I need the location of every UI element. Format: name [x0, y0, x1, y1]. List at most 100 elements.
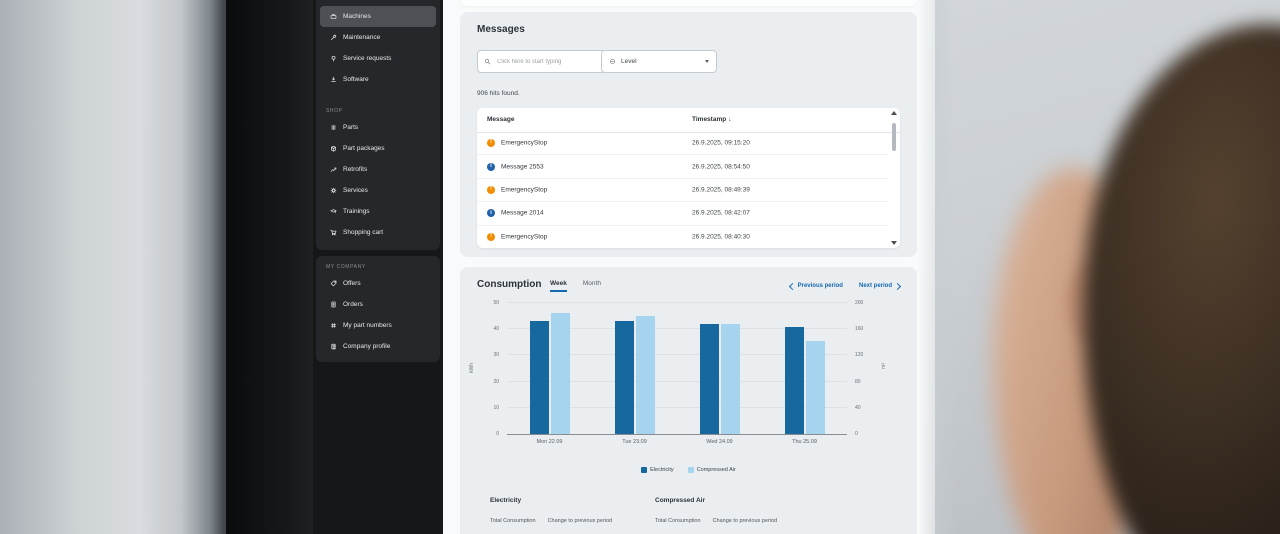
timestamp-header-label: Timestamp — [692, 116, 726, 123]
consumption-stats: ElectricityTotal ConsumptionChange to pr… — [490, 497, 900, 524]
scroll-up-icon[interactable] — [891, 111, 897, 115]
level-icon — [609, 58, 616, 65]
scroll-down-icon[interactable] — [891, 241, 897, 245]
hits-count: 906 hits found. — [477, 90, 520, 97]
sidebar-item-label: Part packages — [343, 145, 385, 152]
sidebar-item-label: Service requests — [343, 55, 391, 62]
sidebar-group-label-my-company: MY COMPANY — [316, 258, 440, 273]
stat-label: Total Consumption — [490, 518, 536, 524]
sidebar-item-software[interactable]: Software — [320, 69, 436, 90]
tab-week[interactable]: Week — [550, 280, 567, 292]
shopping-cart-icon — [330, 229, 337, 236]
left-axis-tick: 10 — [493, 405, 499, 411]
sidebar-item-retrofits[interactable]: Retrofits — [320, 159, 436, 180]
sidebar-item-part-packages[interactable]: Part packages — [320, 138, 436, 159]
sidebar-item-label: Company profile — [343, 343, 390, 350]
tag-icon — [330, 280, 337, 287]
sidebar-panel: MY COMPANY Offers Orders My part numbers Com… — [316, 256, 440, 362]
message-text: EmergencyStop — [501, 187, 547, 194]
stat-label: Change to previous period — [548, 518, 613, 524]
sidebar-item-company-profile[interactable]: Company profile — [320, 336, 436, 357]
sidebar-item-label: Machines — [343, 13, 371, 20]
table-row[interactable]: iMessage 255326.9.2025, 08:54:50 — [477, 155, 888, 178]
next-period-button[interactable]: Next period — [859, 283, 900, 289]
timestamp-text: 26.9.2025, 09:15:20 — [692, 140, 750, 147]
table-row[interactable]: !EmergencyStop26.9.2025, 09:15:20 — [477, 132, 888, 155]
table-row[interactable]: !EmergencyStop26.9.2025, 08:49:39 — [477, 179, 888, 202]
column-header-message[interactable]: Message — [487, 116, 514, 123]
right-axis-tick: 200 — [855, 300, 863, 306]
left-axis-tick: 30 — [493, 352, 499, 358]
x-axis-tick: Tue 23.09 — [592, 439, 677, 445]
sidebar-item-label: Parts — [343, 124, 358, 131]
chevron-down-icon — [705, 60, 709, 63]
message-text: Message 2553 — [501, 163, 544, 170]
wrench-icon — [330, 34, 337, 41]
previous-period-label: Previous period — [798, 283, 843, 289]
right-axis-tick: 80 — [855, 379, 861, 385]
scene-photo: Machines Maintenance Service requests Softw… — [0, 0, 1280, 534]
legend-item-electricity: Electricity — [641, 467, 674, 473]
sidebar-item-label: Offers — [343, 280, 361, 287]
stat-label: Change to previous period — [713, 518, 778, 524]
left-axis-tick: 50 — [493, 300, 499, 306]
bar-compressed-air — [636, 316, 655, 434]
sidebar-item-orders[interactable]: Orders — [320, 294, 436, 315]
document-icon — [330, 301, 337, 308]
messages-card: Messages Level 906 hits found. Message T… — [460, 12, 917, 257]
right-axis: 04080120160200 — [855, 303, 879, 434]
sidebar-item-label: Orders — [343, 301, 363, 308]
package-icon — [330, 145, 337, 152]
timestamp-text: 26.9.2025, 08:40:30 — [692, 233, 750, 240]
sidebar-item-offers[interactable]: Offers — [320, 273, 436, 294]
tab-month[interactable]: Month — [583, 280, 601, 292]
sidebar-item-label: Shopping cart — [343, 229, 383, 236]
info-icon: i — [487, 209, 495, 217]
person-photo — [918, 0, 1280, 534]
sidebar-item-label: My part numbers — [343, 322, 392, 329]
sidebar-item-maintenance[interactable]: Maintenance — [320, 27, 436, 48]
left-axis: 01020304050 — [477, 303, 499, 434]
download-icon — [330, 76, 337, 83]
x-axis-tick: Thu 25.09 — [762, 439, 847, 445]
legend-label: Electricity — [650, 467, 674, 473]
sidebar: Machines Maintenance Service requests Softw… — [313, 0, 443, 534]
previous-period-button[interactable]: Previous period — [790, 283, 843, 289]
bar-electricity — [785, 327, 804, 434]
table-row[interactable]: !EmergencyStop26.9.2025, 08:40:30 — [477, 226, 888, 248]
message-text: EmergencyStop — [501, 233, 547, 240]
right-axis-tick: 160 — [855, 326, 863, 332]
sidebar-item-parts[interactable]: Parts — [320, 117, 436, 138]
sidebar-item-trainings[interactable]: Trainings — [320, 201, 436, 222]
consumption-title: Consumption — [477, 279, 541, 290]
table-row[interactable]: iMessage 201426.9.2025, 08:42:07 — [477, 202, 888, 225]
sidebar-item-shopping-cart[interactable]: Shopping cart — [320, 222, 436, 243]
column-header-timestamp[interactable]: Timestamp ↓ — [692, 116, 731, 123]
chevron-right-icon — [894, 282, 901, 289]
sidebar-item-service-requests[interactable]: Service requests — [320, 48, 436, 69]
timestamp-text: 26.9.2025, 08:42:07 — [692, 210, 750, 217]
background-left-blur — [0, 0, 226, 534]
table-scrollbar[interactable] — [890, 111, 898, 245]
scrollbar-thumb[interactable] — [892, 123, 896, 151]
graduation-cap-icon — [330, 208, 337, 215]
warning-icon: ! — [487, 139, 495, 147]
timestamp-text: 26.9.2025, 08:49:39 — [692, 187, 750, 194]
x-axis-tick: Mon 22.09 — [507, 439, 592, 445]
location-pin-icon — [330, 55, 337, 62]
stat-label: Total Consumption — [655, 518, 701, 524]
messages-title: Messages — [477, 24, 525, 35]
bar-group — [530, 313, 570, 434]
right-axis-unit: m³ — [881, 363, 887, 369]
sidebar-item-services[interactable]: Services — [320, 180, 436, 201]
sidebar-item-machines[interactable]: Machines — [320, 6, 436, 27]
previous-card-edge — [460, 0, 917, 6]
left-axis-tick: 40 — [493, 326, 499, 332]
legend-label: Compressed Air — [697, 467, 736, 473]
level-filter-dropdown[interactable]: Level — [601, 50, 717, 73]
right-axis-tick: 40 — [855, 405, 861, 411]
message-search[interactable] — [477, 50, 606, 73]
sidebar-item-label: Maintenance — [343, 34, 380, 41]
search-input[interactable] — [495, 58, 599, 66]
sidebar-item-my-part-numbers[interactable]: My part numbers — [320, 315, 436, 336]
